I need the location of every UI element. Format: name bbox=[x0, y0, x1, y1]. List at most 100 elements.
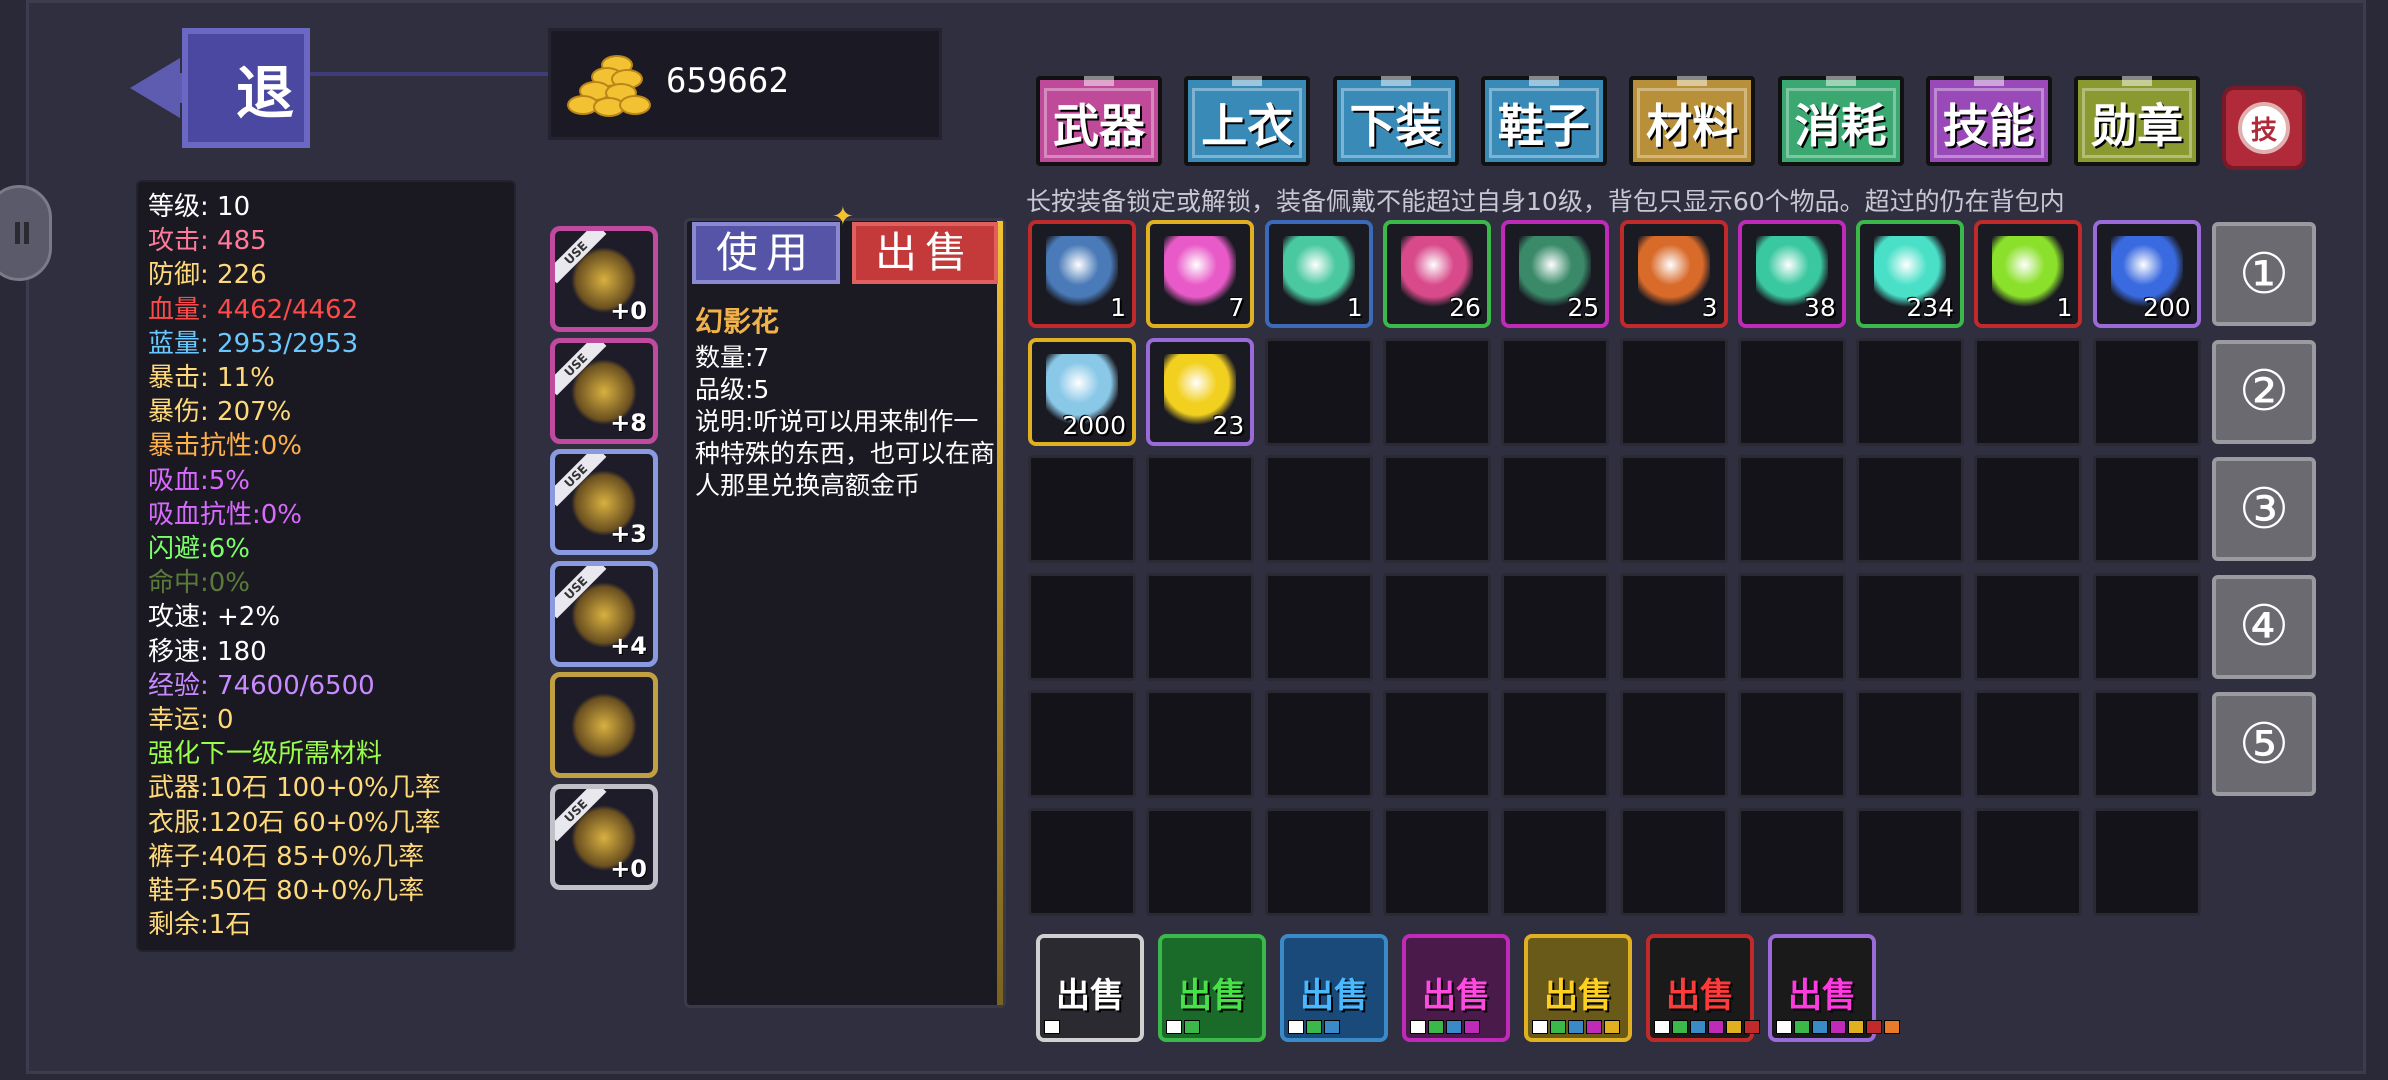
inventory-slot-empty[interactable] bbox=[1974, 455, 2083, 564]
inventory-item[interactable]: 7 bbox=[1146, 220, 1255, 328]
inventory-slot-empty[interactable] bbox=[2092, 690, 2201, 799]
inventory-slot-empty[interactable] bbox=[1028, 808, 1136, 916]
inventory-slot-empty[interactable] bbox=[1619, 572, 1728, 681]
inventory-slot-empty[interactable] bbox=[2092, 572, 2201, 681]
rarity-dots bbox=[1288, 1020, 1340, 1034]
tab-label: 勋章 bbox=[2082, 88, 2193, 158]
inventory-slot-empty[interactable] bbox=[1737, 690, 1846, 799]
inventory-slot-empty[interactable] bbox=[1856, 337, 1965, 446]
tab-4[interactable]: 材料 bbox=[1629, 76, 1756, 166]
tab-2[interactable]: 下装 bbox=[1332, 76, 1459, 166]
inventory-slot-empty[interactable] bbox=[1146, 690, 1255, 799]
page-button-1[interactable]: ① bbox=[2212, 222, 2316, 326]
inventory-slot-empty[interactable] bbox=[1856, 572, 1965, 681]
skill-reset-button[interactable]: 技 bbox=[2222, 86, 2306, 170]
bulk-sell-button-3[interactable]: 出售 bbox=[1280, 934, 1388, 1042]
inventory-slot-empty[interactable] bbox=[1146, 572, 1255, 681]
inventory-slot-empty[interactable] bbox=[1028, 572, 1136, 681]
inventory-slot-empty[interactable] bbox=[1501, 808, 1610, 916]
inventory-slot-empty[interactable] bbox=[1146, 808, 1255, 916]
page-button-4[interactable]: ④ bbox=[2212, 574, 2316, 679]
inventory-item[interactable]: 1 bbox=[1028, 220, 1136, 328]
equipped-slot-wings[interactable] bbox=[550, 672, 658, 779]
page-button-3[interactable]: ③ bbox=[2212, 457, 2316, 561]
inventory-slot-empty[interactable] bbox=[1856, 455, 1965, 564]
stat-line: 吸血:5% bbox=[148, 465, 251, 496]
inventory-slot-empty[interactable] bbox=[1619, 808, 1728, 916]
bulk-sell-label: 出售 bbox=[1544, 976, 1612, 1016]
inventory-item[interactable]: 200 bbox=[2092, 220, 2201, 328]
sell-button[interactable]: 出售 bbox=[852, 222, 998, 284]
inventory-slot-empty[interactable] bbox=[1382, 690, 1491, 799]
inventory-slot-empty[interactable] bbox=[2092, 808, 2201, 916]
tab-0[interactable]: 武器 bbox=[1036, 76, 1162, 166]
inventory-slot-empty[interactable] bbox=[1264, 690, 1373, 799]
inventory-slot-empty[interactable] bbox=[1856, 690, 1965, 799]
page-button-5[interactable]: ⑤ bbox=[2212, 692, 2316, 796]
bulk-sell-button-4[interactable]: 出售 bbox=[1402, 934, 1510, 1042]
inventory-slot-empty[interactable] bbox=[1382, 337, 1491, 446]
equipped-slot-pants[interactable]: USE +3 bbox=[550, 449, 658, 556]
inventory-item[interactable]: 38 bbox=[1737, 220, 1846, 328]
inventory-slot-empty[interactable] bbox=[1501, 690, 1610, 799]
use-button[interactable]: 使用 bbox=[692, 222, 840, 284]
bulk-sell-label: 出售 bbox=[1788, 976, 1856, 1016]
inventory-item[interactable]: 25 bbox=[1501, 220, 1610, 328]
equipped-slot-weapon[interactable]: USE +0 bbox=[550, 226, 658, 332]
bulk-sell-button-6[interactable]: 出售 bbox=[1646, 934, 1760, 1042]
inventory-item[interactable]: 234 bbox=[1856, 220, 1965, 328]
inventory-slot-empty[interactable] bbox=[1264, 455, 1373, 564]
inventory-slot-empty[interactable] bbox=[1501, 337, 1610, 446]
back-button[interactable]: 退 bbox=[130, 28, 310, 153]
tab-1[interactable]: 上衣 bbox=[1184, 76, 1311, 166]
inventory-slot-empty[interactable] bbox=[1619, 690, 1728, 799]
page-button-2[interactable]: ② bbox=[2212, 339, 2316, 444]
inventory-item[interactable]: 23 bbox=[1146, 337, 1255, 446]
inventory-item[interactable]: 1 bbox=[1974, 220, 2083, 328]
inventory-slot-empty[interactable] bbox=[1737, 455, 1846, 564]
inventory-item[interactable]: 1 bbox=[1264, 220, 1373, 328]
bulk-sell-button-7[interactable]: 出售 bbox=[1768, 934, 1900, 1042]
inventory-slot-empty[interactable] bbox=[1974, 690, 2083, 799]
bulk-sell-button-2[interactable]: 出售 bbox=[1158, 934, 1266, 1042]
inventory-slot-empty[interactable] bbox=[1501, 455, 1610, 564]
inventory-slot-empty[interactable] bbox=[2092, 337, 2201, 446]
pause-icon bbox=[15, 222, 29, 244]
inventory-slot-empty[interactable] bbox=[1737, 808, 1846, 916]
inventory-slot-empty[interactable] bbox=[1619, 455, 1728, 564]
inventory-slot-empty[interactable] bbox=[1856, 808, 1965, 916]
equipped-slot-armor[interactable]: USE +8 bbox=[550, 337, 658, 444]
inventory-slot-empty[interactable] bbox=[1264, 572, 1373, 681]
tab-6[interactable]: 技能 bbox=[1925, 76, 2052, 166]
equipped-slot-boots[interactable]: USE +4 bbox=[550, 560, 658, 667]
inventory-slot-empty[interactable] bbox=[1501, 572, 1610, 681]
inventory-slot-empty[interactable] bbox=[1264, 808, 1373, 916]
equipped-slot-skill[interactable]: USE +0 bbox=[550, 784, 658, 890]
inventory-slot-empty[interactable] bbox=[1974, 808, 2083, 916]
inventory-slot-empty[interactable] bbox=[1382, 572, 1491, 681]
inventory-slot-empty[interactable] bbox=[1028, 690, 1136, 799]
inventory-item[interactable]: 26 bbox=[1382, 220, 1491, 328]
inventory-slot-empty[interactable] bbox=[1974, 337, 2083, 446]
bulk-sell-label: 出售 bbox=[1300, 976, 1368, 1016]
bulk-sell-button-1[interactable]: 出售 bbox=[1036, 934, 1144, 1042]
bulk-sell-button-5[interactable]: 出售 bbox=[1524, 934, 1632, 1042]
tab-5[interactable]: 消耗 bbox=[1777, 76, 1904, 166]
rarity-dot bbox=[1812, 1020, 1828, 1034]
inventory-slot-empty[interactable] bbox=[1028, 455, 1136, 564]
tab-7[interactable]: 勋章 bbox=[2074, 76, 2201, 166]
inventory-slot-empty[interactable] bbox=[1974, 572, 2083, 681]
inventory-slot-empty[interactable] bbox=[1619, 337, 1728, 446]
inventory-slot-empty[interactable] bbox=[1264, 337, 1373, 446]
inventory-item[interactable]: 2000 bbox=[1028, 337, 1136, 446]
demon-mask-icon bbox=[1637, 236, 1710, 308]
inventory-slot-empty[interactable] bbox=[2092, 455, 2201, 564]
inventory-slot-empty[interactable] bbox=[1737, 337, 1846, 446]
inventory-slot-empty[interactable] bbox=[1737, 572, 1846, 681]
inventory-item[interactable]: 3 bbox=[1619, 220, 1728, 328]
inventory-slot-empty[interactable] bbox=[1146, 455, 1255, 564]
inventory-slot-empty[interactable] bbox=[1382, 455, 1491, 564]
inventory-slot-empty[interactable] bbox=[1382, 808, 1491, 916]
tab-3[interactable]: 鞋子 bbox=[1480, 76, 1607, 166]
side-drawer-handle[interactable] bbox=[0, 185, 52, 281]
